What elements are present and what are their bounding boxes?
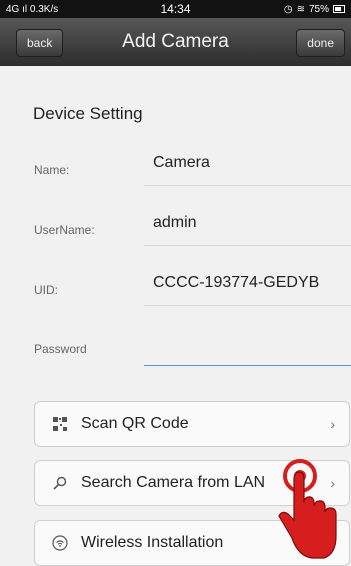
status-right: ◷ ≋ 75%	[284, 4, 345, 15]
password-field[interactable]	[144, 332, 351, 366]
battery-icon	[333, 5, 345, 13]
done-button[interactable]: done	[296, 29, 345, 57]
password-underline	[144, 365, 351, 366]
username-underline	[144, 245, 351, 246]
username-field[interactable]: admin	[153, 214, 197, 232]
section-title: Device Setting	[33, 104, 143, 123]
search-icon	[51, 474, 69, 492]
username-row[interactable]: UserName: admin	[34, 212, 351, 246]
wifi-icon	[51, 534, 69, 552]
name-field[interactable]: Camera	[153, 154, 210, 172]
scan-qr-button[interactable]: Scan QR Code ›	[34, 401, 350, 447]
chevron-right-icon: ›	[330, 416, 335, 432]
wireless-installation-label: Wireless Installation	[81, 534, 224, 551]
password-row[interactable]: Password	[34, 332, 351, 366]
alarm-icon: ◷	[283, 3, 293, 15]
tap-hand-icon	[278, 459, 337, 559]
name-underline	[144, 185, 351, 186]
battery-percent: 75%	[308, 3, 329, 15]
name-label: Name:	[34, 163, 70, 177]
search-lan-label: Search Camera from LAN	[81, 474, 266, 491]
uid-underline	[144, 305, 351, 306]
qr-code-icon	[51, 415, 69, 433]
uid-field[interactable]: CCCC-193774-GEDYB	[153, 274, 319, 292]
password-label: Password	[34, 342, 87, 356]
uid-label: UID:	[34, 283, 58, 297]
page-title: Add Camera	[122, 31, 229, 52]
back-button[interactable]: back	[16, 29, 64, 57]
nav-bar: back Add Camera done	[0, 18, 351, 66]
scan-qr-label: Scan QR Code	[81, 415, 189, 432]
username-label: UserName:	[34, 223, 95, 237]
name-row[interactable]: Name: Camera	[34, 152, 351, 186]
status-bar: 4G ıl 0.3K/s 14:34 ◷ ≋ 75%	[0, 0, 351, 18]
wifi-status-icon: ≋	[296, 3, 305, 15]
uid-row[interactable]: UID: CCCC-193774-GEDYB	[34, 272, 351, 306]
